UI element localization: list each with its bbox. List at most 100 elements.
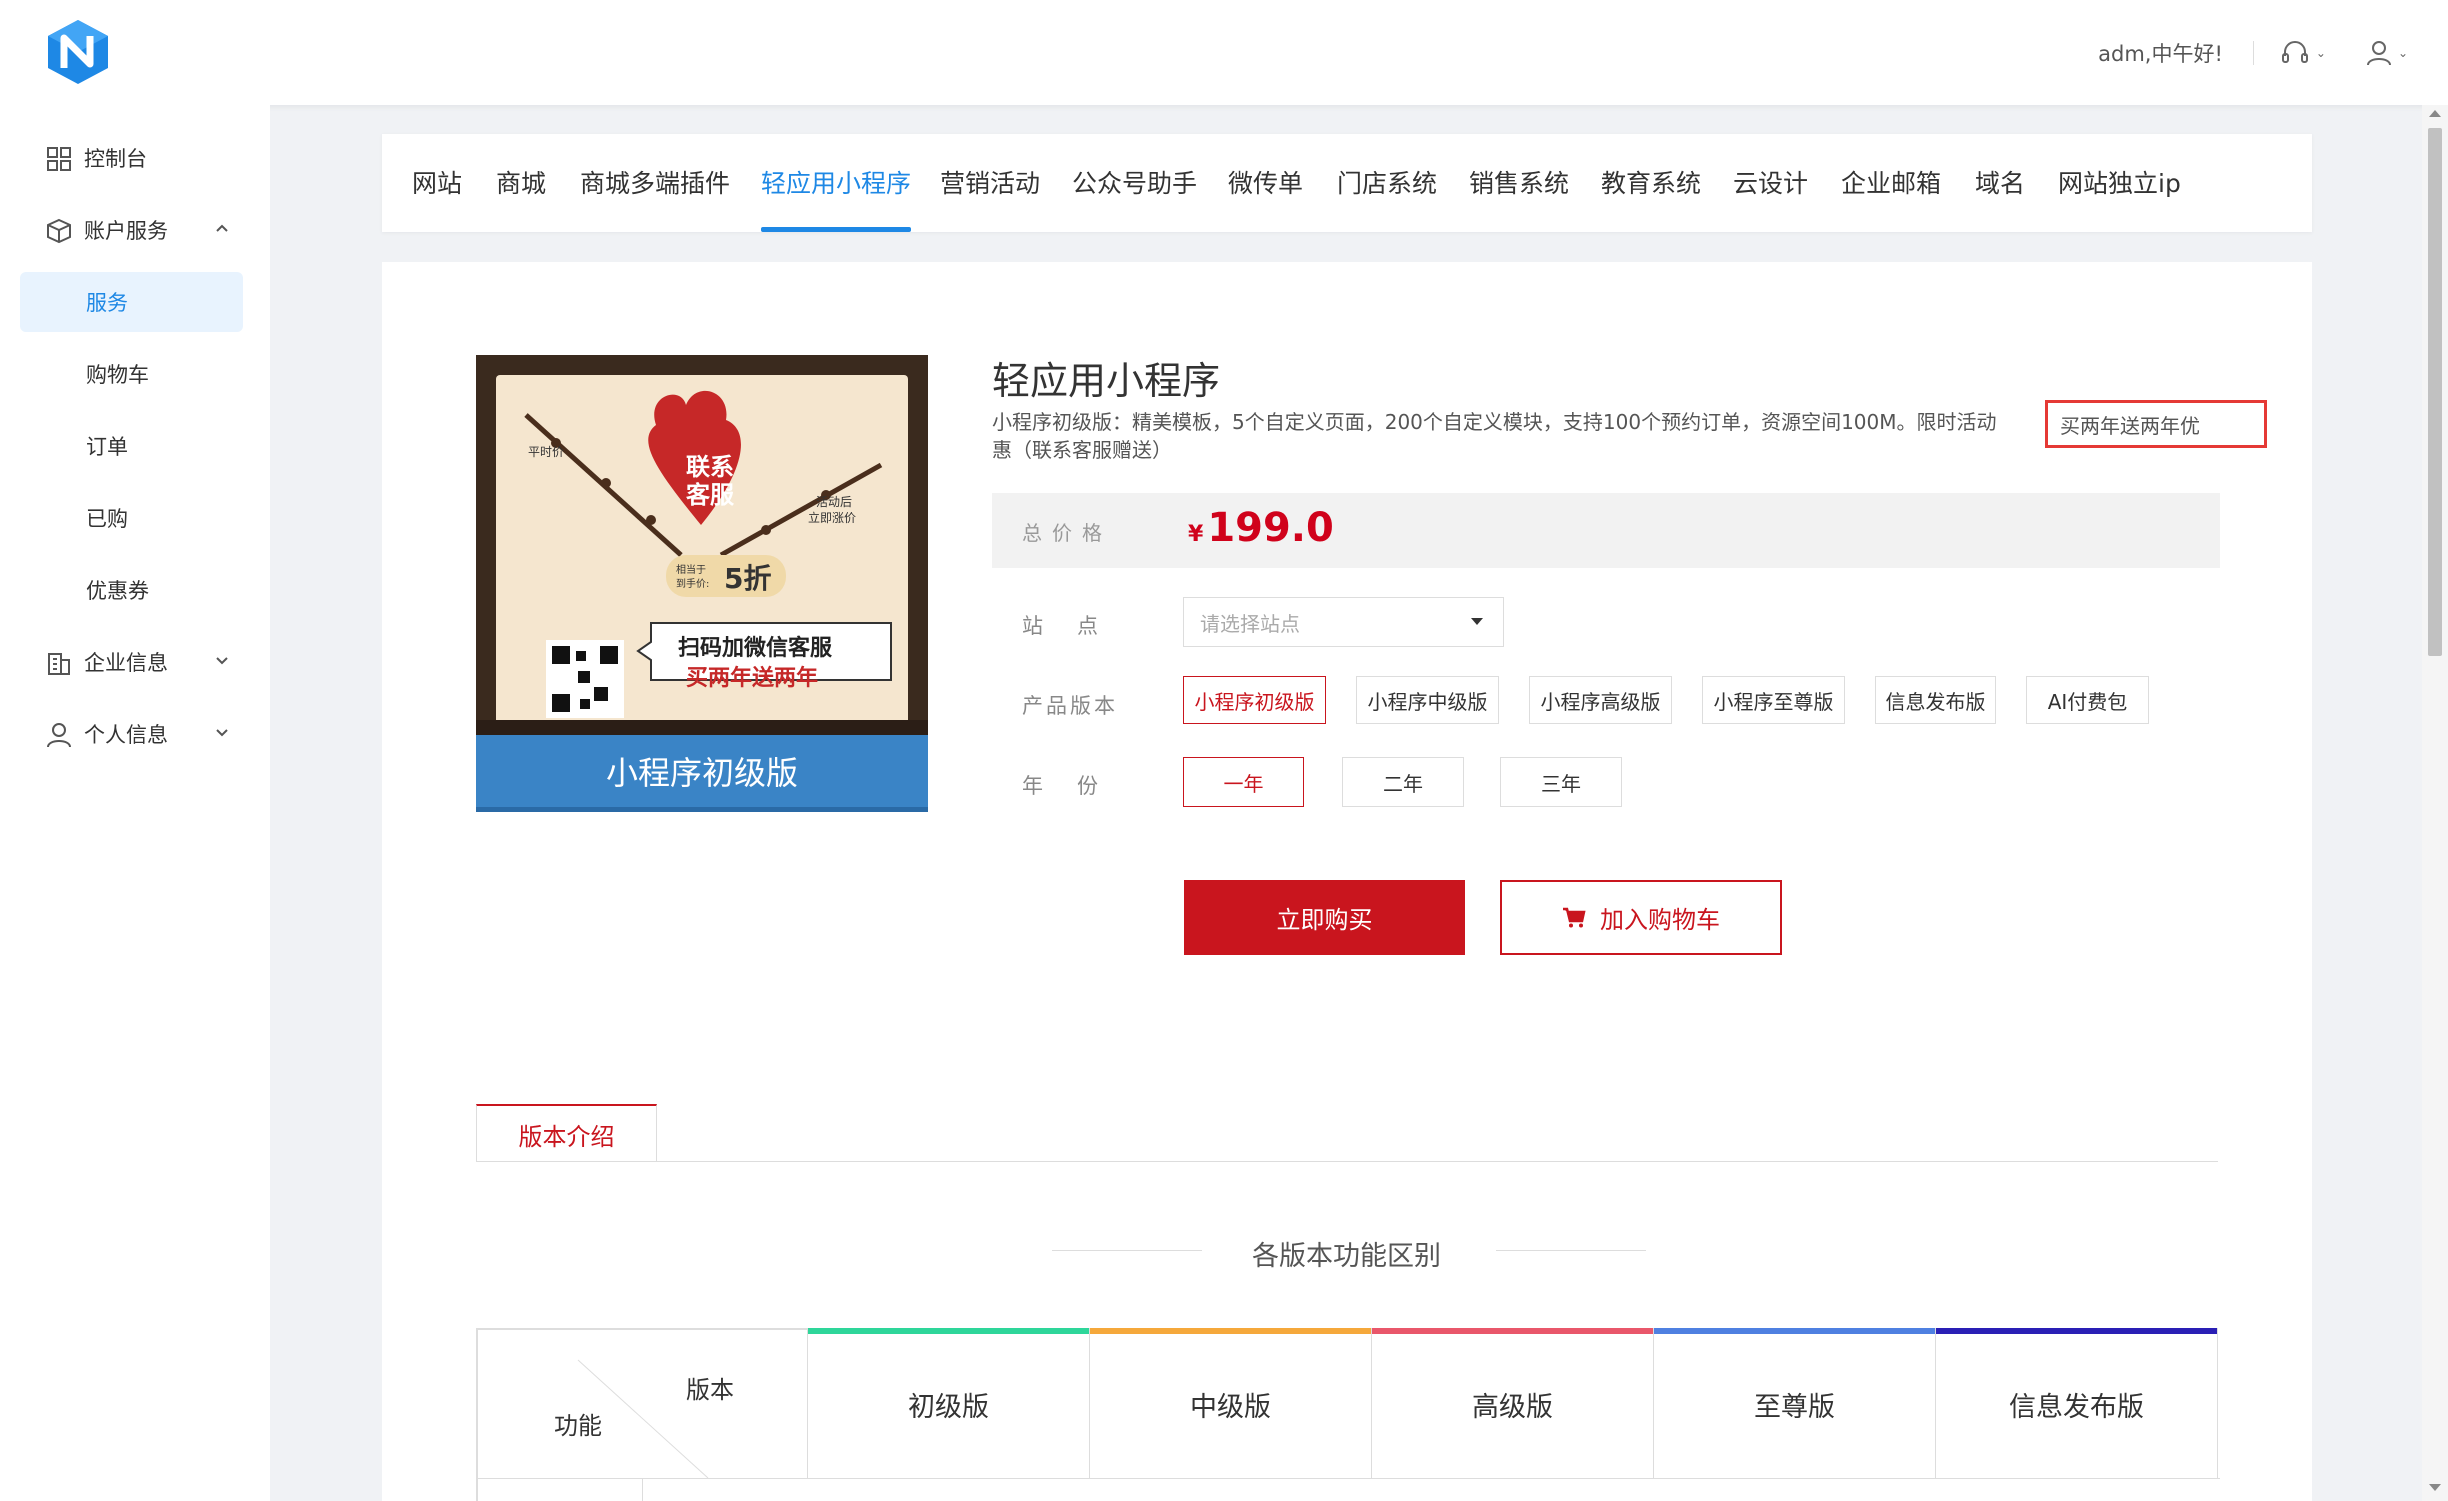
product-title: 轻应用小程序: [992, 359, 1221, 403]
user-icon: [2366, 40, 2391, 65]
product-description-text: 小程序初级版：精美模板，5个自定义页面，200个自定义模块，支持100个预约订单…: [992, 410, 1997, 434]
corner-label-version: 版本: [686, 1376, 734, 1404]
sidebar-subitem-label: 购物车: [86, 363, 149, 387]
tab-website[interactable]: 网站: [412, 164, 462, 232]
sidebar-subitem-label: 服务: [86, 291, 128, 315]
corner-label-feature: 功能: [554, 1412, 602, 1440]
sidebar-item-label: 个人信息: [84, 723, 168, 747]
sidebar-item-account-services[interactable]: 账户服务: [0, 200, 270, 260]
tab-education-system[interactable]: 教育系统: [1601, 164, 1701, 232]
sidebar-subitem-orders[interactable]: 订单: [20, 416, 243, 476]
site-label: 站点: [1022, 614, 1132, 638]
sidebar-item-company-info[interactable]: 企业信息: [0, 632, 270, 692]
tab-marketing[interactable]: 营销活动: [940, 164, 1040, 232]
product-image-caption: 小程序初级版: [476, 735, 928, 812]
version-option-supreme[interactable]: 小程序至尊版: [1702, 676, 1845, 724]
sidebar-item-dashboard[interactable]: 控制台: [0, 128, 270, 188]
version-option-info-publish[interactable]: 信息发布版: [1875, 676, 1996, 724]
tab-mall-plugins[interactable]: 商城多端插件: [580, 164, 730, 232]
tab-version-intro[interactable]: 版本介绍: [476, 1104, 657, 1162]
site-select[interactable]: 请选择站点: [1183, 597, 1504, 647]
product-description-line2: 惠（联系客服赠送）: [992, 438, 1172, 462]
year-label: 年份: [1022, 774, 1132, 798]
column-color-bar: [1372, 1328, 1653, 1334]
tab-sales-system[interactable]: 销售系统: [1469, 164, 1569, 232]
column-header-label: 初级版: [908, 1391, 989, 1423]
poster-qr-line2: 买两年送两年: [686, 666, 819, 691]
chevron-down-icon: [216, 729, 228, 737]
table-corner-cell: 版本 功能: [478, 1330, 808, 1478]
category-nav: 网站 商城 商城多端插件 轻应用小程序 营销活动 公众号助手 微传单 门店系统 …: [382, 134, 2312, 232]
tab-wechat-assistant[interactable]: 公众号助手: [1072, 164, 1197, 232]
poster-discount-small1: 相当于: [676, 565, 706, 576]
sidebar: 控制台 账户服务 服务 购物车 订单 已购 优惠券 企业信息 个人信息: [0, 105, 270, 1501]
tab-dedicated-ip[interactable]: 网站独立ip: [2058, 164, 2181, 232]
tab-divider: [476, 1161, 2218, 1162]
year-option-2[interactable]: 二年: [1342, 757, 1464, 807]
tab-store-system[interactable]: 门店系统: [1337, 164, 1437, 232]
user-menu[interactable]: ⌄: [2366, 40, 2408, 66]
cube-icon: [47, 218, 71, 244]
sidebar-subitem-label: 已购: [86, 507, 128, 531]
top-header: adm,中午好! ⌄ ⌄: [0, 0, 2448, 105]
tab-mini-program[interactable]: 轻应用小程序: [761, 164, 912, 232]
sidebar-item-label: 企业信息: [84, 651, 168, 675]
scrollbar-thumb[interactable]: [2428, 128, 2442, 656]
poster-discount: 5折: [724, 562, 772, 595]
section-line-left: [1052, 1250, 1202, 1251]
tab-mall[interactable]: 商城: [496, 164, 546, 232]
add-to-cart-button[interactable]: 加入购物车: [1500, 880, 1782, 955]
sidebar-subitem-cart[interactable]: 购物车: [20, 344, 243, 404]
product-image: 联系 客服 平时价 活动后 立即涨价 相当于 到手价: 5折 扫码加微信客服 买…: [476, 355, 928, 812]
version-option-basic[interactable]: 小程序初级版: [1183, 676, 1326, 724]
version-option-advanced[interactable]: 小程序高级版: [1529, 676, 1672, 724]
chevron-down-icon: [216, 657, 228, 665]
column-header-label: 高级版: [1472, 1391, 1553, 1423]
sidebar-subitem-services[interactable]: 服务: [20, 272, 243, 332]
sidebar-item-label: 控制台: [84, 147, 147, 171]
chevron-down-icon: ⌄: [2397, 45, 2408, 60]
chevron-up-icon: [216, 224, 228, 232]
version-option-intermediate[interactable]: 小程序中级版: [1356, 676, 1499, 724]
currency-symbol: ¥: [1188, 522, 1204, 547]
product-image-poster: 联系 客服 平时价 活动后 立即涨价 相当于 到手价: 5折 扫码加微信客服 买…: [496, 375, 908, 755]
poster-left-tag: 平时价: [528, 445, 565, 459]
product-description: 小程序初级版：精美模板，5个自定义页面，200个自定义模块，支持100个预约订单…: [992, 408, 2042, 464]
tab-enterprise-mail[interactable]: 企业邮箱: [1841, 164, 1941, 232]
feature-comparison-table: 版本 功能 初级版 中级版 高级版 至尊版 信息发布版: [476, 1328, 2220, 1501]
sidebar-subitem-purchased[interactable]: 已购: [20, 488, 243, 548]
version-label: 产品版本: [1022, 694, 1118, 718]
scroll-up-arrow[interactable]: [2429, 110, 2441, 117]
column-color-bar: [1936, 1328, 2217, 1334]
support-menu[interactable]: ⌄: [2280, 40, 2326, 66]
year-option-3[interactable]: 三年: [1500, 757, 1622, 807]
logo-icon[interactable]: [46, 18, 110, 86]
poster-strip: [476, 720, 928, 735]
sidebar-item-label: 账户服务: [84, 219, 168, 243]
diagonal-line: [577, 1359, 709, 1478]
site-select-placeholder: 请选择站点: [1200, 611, 1300, 636]
sidebar-subitem-coupons[interactable]: 优惠券: [20, 560, 243, 620]
divider: [2252, 40, 2254, 65]
section-line-right: [1496, 1250, 1646, 1251]
column-header-label: 至尊版: [1754, 1391, 1835, 1423]
version-option-ai-pack[interactable]: AI付费包: [2026, 676, 2149, 724]
price-amount: 199.0: [1207, 505, 1334, 551]
buy-now-button[interactable]: 立即购买: [1184, 880, 1465, 955]
person-icon: [47, 723, 71, 748]
price-value: ¥199.0: [1188, 505, 1334, 551]
tab-domain[interactable]: 域名: [1975, 164, 2025, 232]
scroll-down-arrow[interactable]: [2429, 1484, 2441, 1491]
sidebar-item-personal-info[interactable]: 个人信息: [0, 704, 270, 764]
cart-icon: [1563, 907, 1586, 927]
user-area: adm,中午好! ⌄ ⌄: [2098, 0, 2448, 105]
greeting-text: adm,中午好!: [2098, 41, 2223, 66]
column-color-bar: [1090, 1328, 1371, 1334]
building-icon: [48, 653, 70, 675]
year-option-1[interactable]: 一年: [1183, 757, 1304, 807]
column-color-bar: [808, 1328, 1089, 1334]
tab-micro-flyer[interactable]: 微传单: [1228, 164, 1303, 232]
price-label: 总价格: [1022, 521, 1112, 545]
poster-right-tag1: 活动后: [816, 495, 853, 509]
tab-cloud-design[interactable]: 云设计: [1733, 164, 1808, 232]
